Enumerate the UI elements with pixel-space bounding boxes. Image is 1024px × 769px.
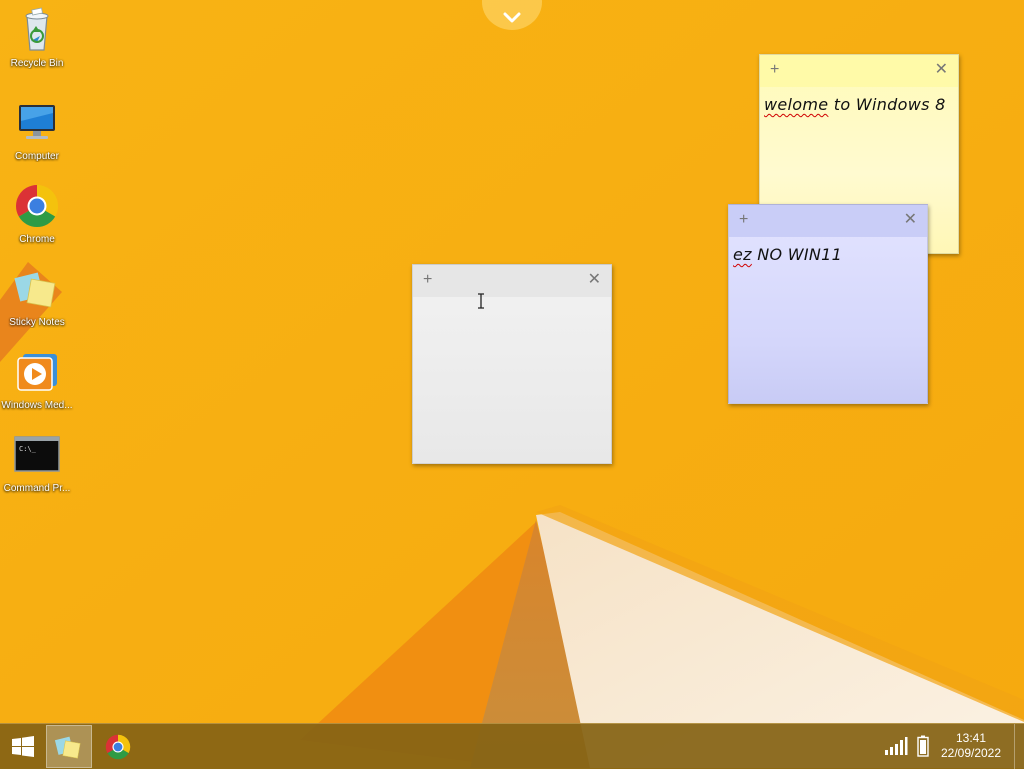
sticky-notes-icon: [13, 265, 61, 313]
chrome-icon: [105, 734, 131, 759]
delete-note-button[interactable]: ✕: [904, 212, 917, 228]
desktop-icon-label: Computer: [15, 151, 59, 162]
note-title-bar[interactable]: + ✕: [760, 55, 958, 87]
clock[interactable]: 13:41 22/09/2022: [932, 731, 1010, 761]
note-title-bar[interactable]: + ✕: [413, 265, 611, 297]
add-note-button[interactable]: +: [770, 62, 779, 78]
misspelled-word: ez: [733, 245, 752, 264]
text-cursor-icon: [478, 293, 484, 309]
windows-logo-icon: [11, 735, 34, 757]
svg-text:C:\_: C:\_: [19, 445, 37, 453]
add-note-button[interactable]: +: [739, 212, 748, 228]
computer-icon: [13, 99, 61, 147]
desktop-icon-recycle-bin[interactable]: Recycle Bin: [0, 2, 74, 82]
desktop-icon-command-prompt[interactable]: C:\_ Command Pr...: [0, 427, 74, 507]
signal-icon[interactable]: [884, 736, 908, 756]
taskbar-sticky-notes-button[interactable]: [46, 725, 92, 768]
clock-time: 13:41: [955, 731, 987, 745]
misspelled-word: welome: [764, 95, 829, 114]
chevron-down-icon: [503, 12, 521, 23]
desktop-icon-sticky-notes[interactable]: Sticky Notes: [0, 261, 74, 341]
desktop-icon-label: Windows Med...: [1, 400, 73, 411]
taskbar: 13:41 22/09/2022: [0, 723, 1024, 769]
sticky-note-white[interactable]: + ✕: [412, 264, 612, 464]
chrome-icon: [13, 182, 61, 230]
desktop-icon-windows-media-player[interactable]: Windows Med...: [0, 344, 74, 424]
desktop-icon-label: Command Pr...: [3, 483, 71, 494]
command-prompt-icon: C:\_: [13, 431, 61, 479]
desktop-icon-label: Recycle Bin: [10, 58, 64, 69]
desktop-icon-label: Sticky Notes: [9, 317, 65, 328]
desktop-icon-computer[interactable]: Computer: [0, 95, 74, 175]
note-text: to Windows 8: [828, 95, 946, 114]
delete-note-button[interactable]: ✕: [588, 272, 601, 288]
windows-media-player-icon: [13, 348, 61, 396]
note-title-bar[interactable]: + ✕: [729, 205, 927, 237]
note-text-area[interactable]: ez NO WIN11: [729, 237, 927, 264]
show-desktop-button[interactable]: [1014, 724, 1024, 769]
note-text-area[interactable]: welome to Windows 8: [760, 87, 958, 114]
note-text-area[interactable]: [413, 297, 611, 305]
add-note-button[interactable]: +: [423, 272, 432, 288]
clock-date: 22/09/2022: [940, 746, 1002, 760]
note-text: NO WIN11: [751, 245, 843, 264]
sticky-notes-icon: [54, 736, 81, 758]
delete-note-button[interactable]: ✕: [935, 62, 948, 78]
battery-icon[interactable]: [917, 735, 929, 757]
desktop-icon-chrome[interactable]: Chrome: [0, 178, 74, 258]
taskbar-chrome-button[interactable]: [95, 725, 141, 768]
desktop-icon-label: Chrome: [19, 234, 55, 245]
sticky-note-blue[interactable]: + ✕ ez NO WIN11: [728, 204, 928, 404]
recycle-bin-icon: [13, 6, 61, 54]
start-button[interactable]: [0, 724, 45, 769]
